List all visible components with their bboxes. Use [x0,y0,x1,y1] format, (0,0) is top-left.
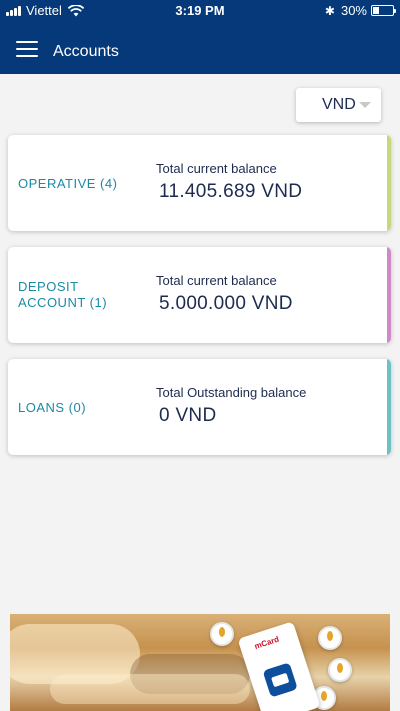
balance-label: Total current balance [156,273,277,288]
card-accent [387,247,391,343]
account-type-label: DEPOSIT ACCOUNT (1) [18,279,108,310]
status-bar: Viettel 3:19 PM ✱ 30% [0,0,400,22]
coin-icon [210,622,234,646]
balance-label: Total current balance [156,161,277,176]
battery-icon [371,5,396,16]
account-card-operative[interactable]: OPERATIVE (4) Total current balance 11.4… [8,135,391,231]
account-card-loans[interactable]: LOANS (0) Total Outstanding balance 0 VN… [8,359,391,455]
currency-select[interactable]: VND [296,88,381,122]
account-type-label: OPERATIVE (4) [18,176,118,191]
balance-value: 0 VND [159,405,217,426]
status-right: ✱ 30% [324,3,396,18]
hamburger-menu-icon[interactable] [16,41,38,57]
card-accent [387,135,391,231]
card-accent [387,359,391,455]
promo-banner[interactable]: mCard [10,614,390,711]
card-app-icon [262,662,298,698]
page-title: Accounts [53,43,119,60]
banner-background [50,674,250,704]
nav-bar: Accounts [0,22,400,74]
bluetooth-icon: ✱ [324,3,335,18]
account-card-deposit[interactable]: DEPOSIT ACCOUNT (1) Total current balanc… [8,247,391,343]
balance-label: Total Outstanding balance [156,385,307,400]
mcard-illustration: mCard [237,621,321,711]
balance-value: 5.000.000 VND [159,293,293,314]
coin-icon [318,626,342,650]
coin-icon [328,658,352,682]
chevron-down-icon [359,102,371,108]
battery-percent: 30% [340,3,367,18]
currency-selected-value: VND [322,96,356,113]
account-type-label: LOANS (0) [18,400,87,415]
balance-value: 11.405.689 VND [159,181,303,202]
banner-card-label: mCard [253,634,281,652]
